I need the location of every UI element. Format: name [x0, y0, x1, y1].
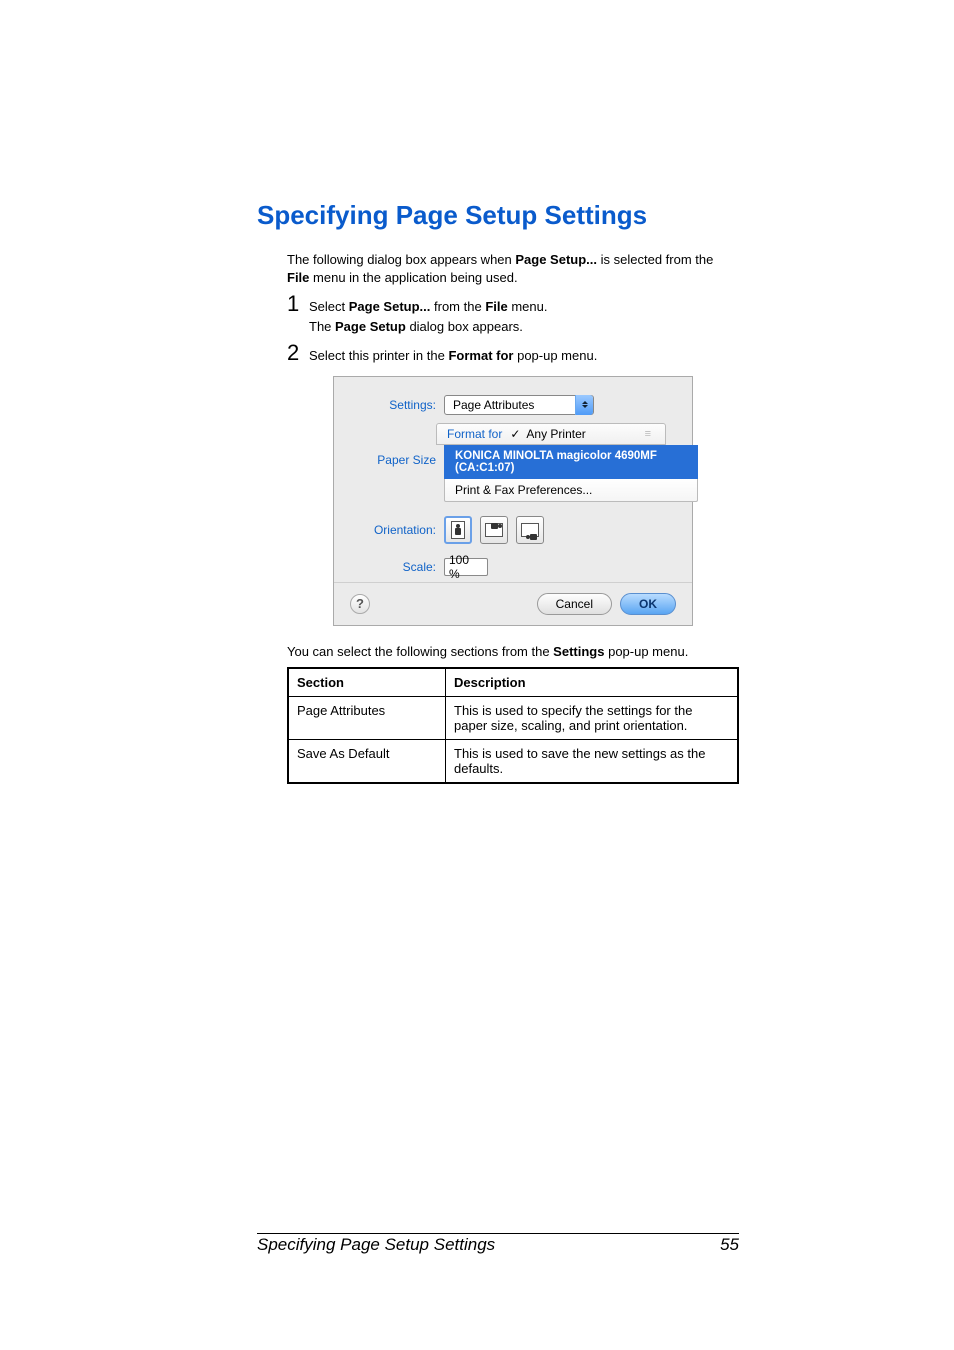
intro-bold-file: File — [287, 270, 309, 285]
paper-size-label: Paper Size — [350, 453, 436, 467]
settings-label: Settings: — [350, 398, 436, 412]
step1-text1: Select — [309, 299, 349, 314]
step1-bold2: File — [485, 299, 507, 314]
after-before: You can select the following sections fr… — [287, 644, 553, 659]
step-number-2: 2 — [287, 342, 309, 364]
portrait-icon — [451, 521, 465, 539]
menu-hint-icon: ≡ — [645, 428, 651, 440]
step2-before: Select this printer in the — [309, 348, 448, 363]
intro-text-after: menu in the application being used. — [313, 270, 518, 285]
footer-rule — [257, 1233, 739, 1234]
step2-bold: Format for — [448, 348, 513, 363]
step2-after: pop-up menu. — [517, 348, 597, 363]
page-setup-dialog: Settings: Page Attributes Paper Size For… — [333, 376, 693, 626]
settings-table: Section Description Page Attributes This… — [287, 667, 739, 784]
after-bold: Settings — [553, 644, 604, 659]
step-2: 2 Select this printer in the Format for … — [287, 342, 739, 366]
table-cell-description: This is used to save the new settings as… — [446, 739, 739, 783]
checkmark-icon: ✓ — [510, 427, 520, 441]
orientation-label: Orientation: — [350, 523, 436, 537]
table-cell-description: This is used to specify the settings for… — [446, 696, 739, 739]
help-button[interactable]: ? — [350, 594, 370, 614]
table-cell-section: Page Attributes — [288, 696, 446, 739]
settings-popup-value: Page Attributes — [453, 398, 534, 412]
table-header-section: Section — [288, 668, 446, 697]
orientation-landscape-left-button[interactable] — [516, 516, 544, 544]
footer-page-number: 55 — [720, 1235, 739, 1255]
cancel-button[interactable]: Cancel — [537, 593, 612, 615]
step-1: 1 Select Page Setup... from the File men… — [287, 293, 739, 336]
intro-paragraph: The following dialog box appears when Pa… — [287, 251, 739, 287]
table-header-row: Section Description — [288, 668, 738, 697]
table-header-description: Description — [446, 668, 739, 697]
intro-text: The following dialog box appears when — [287, 252, 515, 267]
ok-button[interactable]: OK — [620, 593, 676, 615]
footer-title: Specifying Page Setup Settings — [257, 1235, 495, 1255]
intro-text-mid: is selected from the — [601, 252, 714, 267]
after-dialog-paragraph: You can select the following sections fr… — [287, 644, 739, 659]
format-for-popup-open[interactable]: Paper Size Format for ✓ Any Printer ≡ KO… — [444, 423, 676, 502]
dropdown-arrows-icon — [575, 395, 593, 415]
format-for-label: Format for — [447, 427, 502, 441]
step1-after1: menu. — [511, 299, 547, 314]
format-for-selected-printer-text: KONICA MINOLTA magicolor 4690MF (CA:C1:0… — [455, 450, 657, 474]
after-after: pop-up menu. — [608, 644, 688, 659]
table-row: Page Attributes This is used to specify … — [288, 696, 738, 739]
format-for-any-printer[interactable]: Any Printer — [526, 427, 585, 441]
scale-label: Scale: — [350, 560, 436, 574]
orientation-portrait-button[interactable] — [444, 516, 472, 544]
landscape-right-icon — [485, 523, 503, 537]
intro-bold-page-setup: Page Setup... — [515, 252, 597, 267]
step1-line2-before: The — [309, 319, 335, 334]
orientation-landscape-right-button[interactable] — [480, 516, 508, 544]
settings-popup[interactable]: Page Attributes — [444, 395, 594, 415]
format-for-selected-printer[interactable]: KONICA MINOLTA magicolor 4690MF (CA:C1:0… — [444, 445, 698, 479]
step1-bold1: Page Setup... — [349, 299, 431, 314]
scale-input[interactable]: 100 % — [444, 558, 488, 576]
page-footer: Specifying Page Setup Settings 55 — [257, 1235, 739, 1255]
format-for-prefs[interactable]: Print & Fax Preferences... — [444, 479, 698, 502]
step1-mid1: from the — [434, 299, 485, 314]
page-heading: Specifying Page Setup Settings — [257, 200, 739, 231]
step1-line2-bold: Page Setup — [335, 319, 406, 334]
landscape-left-icon — [521, 523, 539, 537]
step-number-1: 1 — [287, 293, 309, 315]
step1-line2-after: dialog box appears. — [409, 319, 522, 334]
table-row: Save As Default This is used to save the… — [288, 739, 738, 783]
dialog-separator — [334, 582, 692, 583]
table-cell-section: Save As Default — [288, 739, 446, 783]
